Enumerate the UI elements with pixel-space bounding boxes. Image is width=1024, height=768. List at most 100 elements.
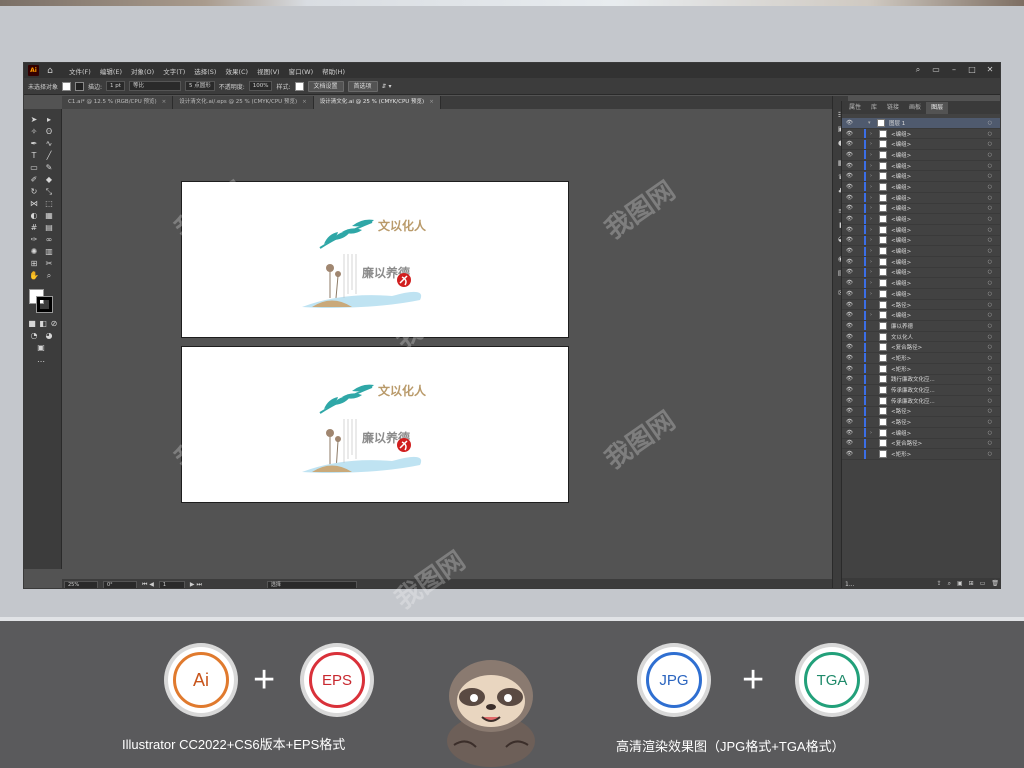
menu-window[interactable]: 窗口(W) (289, 66, 314, 76)
visibility-eye-icon[interactable]: 👁 (846, 163, 854, 169)
layer-row[interactable]: 👁 践行廉政文化应... ○ (842, 374, 1000, 386)
line-tool-icon[interactable]: ╱ (44, 151, 54, 161)
menu-type[interactable]: 文字(T) (163, 66, 185, 76)
mesh-tool-icon[interactable]: # (29, 223, 39, 233)
target-circle-icon[interactable]: ○ (988, 152, 992, 158)
tab-layers[interactable]: 图层 (926, 102, 949, 114)
artboard-1[interactable]: 文以化人 廉以养德 (181, 181, 569, 338)
layer-row-top[interactable]: 👁 ▾ 图层 1 ○ (842, 118, 1000, 129)
magic-wand-icon[interactable]: ✧ (29, 127, 39, 137)
eyedropper-icon[interactable]: ✑ (29, 235, 39, 245)
zoom-select[interactable]: 25% (64, 580, 98, 588)
visibility-eye-icon[interactable]: 👁 (846, 184, 854, 190)
expand-chevron-icon[interactable]: › (870, 269, 877, 275)
expand-chevron-icon[interactable]: › (870, 430, 877, 436)
workspace-icon[interactable]: ▭ (930, 65, 942, 75)
tab-libraries[interactable]: 库 (866, 102, 882, 114)
layer-row[interactable]: 👁 文以化人 ○ (842, 332, 1000, 343)
maximize-icon[interactable]: □ (966, 65, 978, 75)
search-icon[interactable]: ⌕ (912, 65, 924, 75)
screen-mode-icon[interactable]: ▣ (36, 343, 46, 353)
visibility-eye-icon[interactable]: 👁 (846, 173, 854, 179)
target-circle-icon[interactable]: ○ (988, 430, 992, 436)
delete-layer-icon[interactable]: 🗑 (991, 580, 999, 588)
expand-chevron-icon[interactable]: › (870, 216, 877, 222)
shaper-tool-icon[interactable]: ✐ (29, 175, 39, 185)
visibility-eye-icon[interactable]: 👁 (846, 205, 854, 211)
layer-row[interactable]: 👁 › <编组> ○ (842, 278, 1000, 289)
expand-chevron-icon[interactable]: › (870, 163, 877, 169)
hand-tool-icon[interactable]: ✋ (29, 271, 39, 281)
layer-row[interactable]: 👁 › <编组> ○ (842, 310, 1000, 322)
preferences-button[interactable]: 首选项 (347, 80, 378, 92)
brush-select[interactable]: 5 点圆形 (184, 81, 215, 91)
visibility-eye-icon[interactable]: 👁 (846, 430, 854, 436)
tab-eps[interactable]: 设计清文化.ai/.eps @ 25 % (CMYK/CPU 预览) × (173, 96, 314, 109)
expand-chevron-icon[interactable]: › (870, 227, 877, 233)
visibility-eye-icon[interactable]: 👁 (846, 302, 854, 308)
target-circle-icon[interactable]: ○ (988, 120, 992, 126)
target-circle-icon[interactable]: ○ (988, 237, 992, 243)
expand-chevron-icon[interactable]: › (870, 248, 877, 254)
target-circle-icon[interactable]: ○ (988, 312, 992, 318)
layer-row[interactable]: 👁 › <编组> ○ (842, 203, 1000, 215)
expand-chevron-icon[interactable]: › (870, 141, 877, 147)
target-circle-icon[interactable]: ○ (988, 355, 992, 361)
layer-row[interactable]: 👁 <矩形> ○ (842, 449, 1000, 460)
tab-active-doc[interactable]: 设计清文化.ai @ 25 % (CMYK/CPU 预览) × (313, 96, 441, 109)
target-circle-icon[interactable]: ○ (988, 163, 992, 169)
layer-row[interactable]: 👁 <矩形> ○ (842, 353, 1000, 364)
perspective-icon[interactable]: ▦ (44, 211, 54, 221)
expand-chevron-icon[interactable]: › (870, 195, 877, 201)
target-circle-icon[interactable]: ○ (988, 269, 992, 275)
draw-inside-icon[interactable]: ◕ (44, 331, 54, 341)
layer-row[interactable]: 👁 › <编组> ○ (842, 171, 1000, 183)
target-circle-icon[interactable]: ○ (988, 131, 992, 137)
visibility-eye-icon[interactable]: 👁 (846, 366, 854, 372)
target-circle-icon[interactable]: ○ (988, 387, 992, 393)
expand-chevron-icon[interactable]: › (870, 173, 877, 179)
tab-close-icon[interactable]: × (302, 99, 307, 105)
next-artboard-icon[interactable]: ▶ ⏭ (190, 581, 202, 589)
target-circle-icon[interactable]: ○ (988, 451, 992, 457)
layer-row[interactable]: 👁 › <编组> ○ (842, 235, 1000, 247)
layer-row[interactable]: 👁 › <编组> ○ (842, 246, 1000, 257)
visibility-eye-icon[interactable]: 👁 (846, 398, 854, 404)
target-circle-icon[interactable]: ○ (988, 205, 992, 211)
tab-close-icon[interactable]: × (429, 99, 434, 105)
search-layer-icon[interactable]: ⌕ (948, 580, 951, 588)
fill-swatch[interactable] (62, 81, 72, 91)
brush-tool-icon[interactable]: ✎ (44, 163, 54, 173)
visibility-eye-icon[interactable]: 👁 (846, 291, 854, 297)
target-circle-icon[interactable]: ○ (988, 141, 992, 147)
expand-chevron-icon[interactable]: › (870, 237, 877, 243)
visibility-eye-icon[interactable]: 👁 (846, 451, 854, 457)
layer-row[interactable]: 👁 › <编组> ○ (842, 139, 1000, 151)
eraser-tool-icon[interactable]: ◆ (44, 175, 54, 185)
visibility-eye-icon[interactable]: 👁 (846, 259, 854, 265)
prev-artboard-icon[interactable]: ⏮ ◀ (142, 581, 154, 589)
visibility-eye-icon[interactable]: 👁 (846, 312, 854, 318)
canvas[interactable]: 文以化人 廉以养德 文以化人 廉以养德 (63, 109, 831, 579)
visibility-eye-icon[interactable]: 👁 (846, 334, 854, 340)
target-circle-icon[interactable]: ○ (988, 366, 992, 372)
rotate-select[interactable]: 0° (103, 580, 137, 588)
stroke-weight-field[interactable]: 1 pt (106, 81, 125, 91)
target-circle-icon[interactable]: ○ (988, 376, 992, 382)
layer-row[interactable]: 👁 <路径> ○ (842, 406, 1000, 418)
arrange-icon[interactable]: ⇵ ▾ (382, 83, 392, 90)
artboard-2[interactable]: 文以化人 廉以养德 (181, 346, 569, 503)
scale-tool-icon[interactable]: ⤡ (44, 187, 54, 197)
width-tool-icon[interactable]: ⋈ (29, 199, 39, 209)
layer-row[interactable]: 👁 › <编组> ○ (842, 267, 1000, 279)
graph-tool-icon[interactable]: ▥ (44, 247, 54, 257)
expand-chevron-icon[interactable]: › (870, 131, 877, 137)
layer-row[interactable]: 👁 › <编组> ○ (842, 257, 1000, 268)
zoom-tool-icon[interactable]: ⌕ (44, 271, 54, 281)
mask-icon[interactable]: ▣ (957, 580, 963, 588)
expand-chevron-icon[interactable]: › (870, 312, 877, 318)
visibility-eye-icon[interactable]: 👁 (846, 387, 854, 393)
rectangle-tool-icon[interactable]: ▭ (29, 163, 39, 173)
slice-tool-icon[interactable]: ✂ (44, 259, 54, 269)
stroke-color-box[interactable] (36, 296, 53, 313)
